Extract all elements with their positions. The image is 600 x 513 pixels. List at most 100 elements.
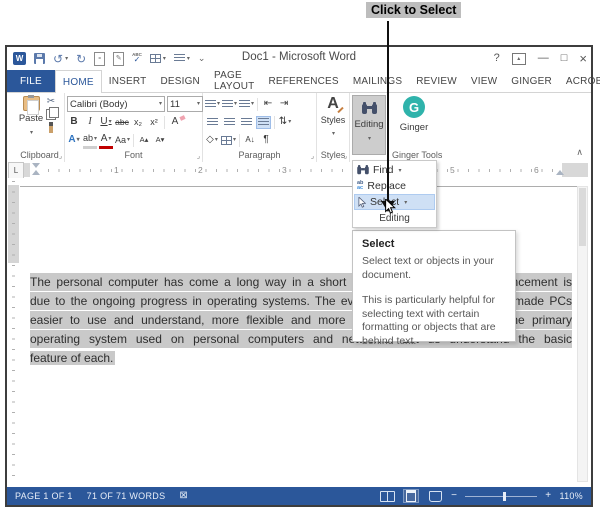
zoom-slider-thumb[interactable] <box>503 492 506 501</box>
styles-button[interactable]: A Styles <box>319 96 347 144</box>
shading-button[interactable]: ◇ <box>205 133 219 148</box>
group-paragraph: ⇤ ⇥ ⇅ ◇ A↓ ¶ Paragra <box>203 93 317 162</box>
sort-button[interactable]: A↓ <box>243 133 257 148</box>
hanging-indent-marker[interactable] <box>32 170 40 175</box>
borders-button[interactable] <box>221 133 236 148</box>
maximize-button[interactable]: □ <box>561 53 568 64</box>
align-left-button[interactable] <box>205 116 220 129</box>
select-tooltip: Select Select text or objects in your do… <box>352 230 516 342</box>
dialog-launcher-icon[interactable]: ⌟ <box>311 153 314 160</box>
paste-button[interactable]: Paste <box>18 96 44 142</box>
right-indent-marker[interactable] <box>556 170 564 175</box>
chevron-down-icon[interactable] <box>196 99 200 110</box>
tab-references[interactable]: REFERENCES <box>261 70 345 92</box>
page-count-status[interactable]: PAGE 1 OF 1 <box>15 491 73 501</box>
clear-formatting-button[interactable]: A <box>168 115 182 130</box>
chevron-down-icon[interactable] <box>331 125 335 143</box>
zoom-slider[interactable] <box>465 496 537 497</box>
align-right-button[interactable] <box>239 116 254 129</box>
superscript-button[interactable]: x² <box>147 115 161 130</box>
divider <box>274 116 275 129</box>
editing-button[interactable]: Editing <box>352 95 386 155</box>
align-left-icon <box>207 118 218 127</box>
font-name-select[interactable]: Calibri (Body) <box>67 96 165 112</box>
underline-button[interactable]: U <box>99 115 113 130</box>
decrease-indent-button[interactable]: ⇤ <box>261 97 275 112</box>
word-count-status[interactable]: 71 OF 71 WORDS <box>87 491 166 501</box>
tab-home[interactable]: HOME <box>55 70 102 93</box>
increase-indent-button[interactable]: ⇥ <box>277 97 291 112</box>
highlight-color-button[interactable]: ab <box>83 131 97 149</box>
ruler-number: 5 <box>448 165 457 175</box>
vertical-scrollbar[interactable] <box>577 186 588 482</box>
menu-item-replace[interactable]: abac Replace <box>354 178 435 194</box>
group-label: Font <box>65 150 202 160</box>
tab-design[interactable]: DESIGN <box>153 70 207 92</box>
tab-acrobat[interactable]: ACROB <box>559 70 600 92</box>
tab-file[interactable]: FILE <box>7 70 55 92</box>
clipboard-tools: ✂ <box>46 97 56 133</box>
vertical-ruler[interactable] <box>8 181 19 481</box>
justify-button[interactable] <box>256 116 271 129</box>
shrink-font-button[interactable]: A▾ <box>153 133 167 148</box>
strikethrough-button[interactable]: abc <box>115 115 129 130</box>
ruler-ticks <box>48 169 558 172</box>
zoom-out-button[interactable]: − <box>451 491 457 501</box>
numbering-icon <box>222 100 233 109</box>
zoom-level[interactable]: 110% <box>559 491 583 501</box>
chevron-down-icon[interactable] <box>367 130 371 148</box>
group-editing: Editing <box>350 93 389 162</box>
menu-item-find[interactable]: Find <box>354 162 435 178</box>
horizontal-ruler[interactable]: 1 2 3 4 5 6 <box>24 163 588 177</box>
bullets-button[interactable] <box>205 97 220 112</box>
tab-insert[interactable]: INSERT <box>102 70 154 92</box>
selected-text-line[interactable]: feature of each. <box>30 349 572 367</box>
cut-icon[interactable]: ✂ <box>47 97 55 107</box>
read-mode-button[interactable] <box>379 489 395 503</box>
dialog-launcher-icon[interactable]: ⌟ <box>344 153 347 160</box>
proofing-errors-icon[interactable]: ⊠ <box>179 491 188 501</box>
ginger-button[interactable]: G Ginger <box>397 96 431 133</box>
print-layout-button[interactable] <box>403 489 419 503</box>
close-button[interactable]: × <box>579 52 587 65</box>
grow-font-button[interactable]: A▴ <box>137 133 151 148</box>
copy-icon[interactable] <box>46 109 56 120</box>
dialog-launcher-icon[interactable]: ⌟ <box>59 153 62 160</box>
change-case-button[interactable]: Aa <box>115 133 130 148</box>
help-button[interactable]: ? <box>494 53 500 64</box>
font-color-button[interactable]: A <box>99 131 113 149</box>
tab-ginger[interactable]: GINGER <box>504 70 559 92</box>
format-painter-icon[interactable] <box>49 122 53 133</box>
tab-page-layout[interactable]: PAGE LAYOUT <box>207 70 261 92</box>
align-center-button[interactable] <box>222 116 237 129</box>
show-hide-pilcrow-button[interactable]: ¶ <box>259 133 273 148</box>
web-layout-button[interactable] <box>427 489 443 503</box>
tab-mailings[interactable]: MAILINGS <box>346 70 409 92</box>
collapse-ribbon-icon[interactable]: ∧ <box>576 147 583 158</box>
chevron-down-icon[interactable] <box>397 164 401 176</box>
chevron-down-icon[interactable] <box>403 196 407 208</box>
binoculars-icon <box>362 102 377 115</box>
screenshot-root: Click to Select W ↺ ↻ ∘ ✎ ABC✓ ⌄ Doc1 - … <box>0 0 600 513</box>
subscript-button[interactable]: x₂ <box>131 115 145 130</box>
chevron-down-icon[interactable] <box>158 99 162 110</box>
zoom-in-button[interactable]: + <box>545 491 551 501</box>
callout-arrow-line <box>387 21 389 202</box>
print-layout-icon <box>406 490 416 502</box>
line-spacing-button[interactable]: ⇅ <box>278 115 292 130</box>
text-effects-button[interactable]: A <box>67 133 81 148</box>
first-line-indent-marker[interactable] <box>32 163 40 168</box>
tab-selector[interactable]: L <box>8 162 24 179</box>
ribbon-display-options-icon[interactable]: ▴ <box>512 53 526 65</box>
scrollbar-thumb[interactable] <box>579 188 586 246</box>
tab-review[interactable]: REVIEW <box>409 70 464 92</box>
font-size-select[interactable]: 11 <box>167 96 203 112</box>
tab-view[interactable]: VIEW <box>464 70 504 92</box>
italic-button[interactable]: I <box>83 115 97 130</box>
chevron-down-icon[interactable] <box>29 124 33 142</box>
numbering-button[interactable] <box>222 97 237 112</box>
multilevel-list-button[interactable] <box>239 97 254 112</box>
bold-button[interactable]: B <box>67 115 81 130</box>
minimize-button[interactable]: — <box>538 53 549 64</box>
dialog-launcher-icon[interactable]: ⌟ <box>197 153 200 160</box>
